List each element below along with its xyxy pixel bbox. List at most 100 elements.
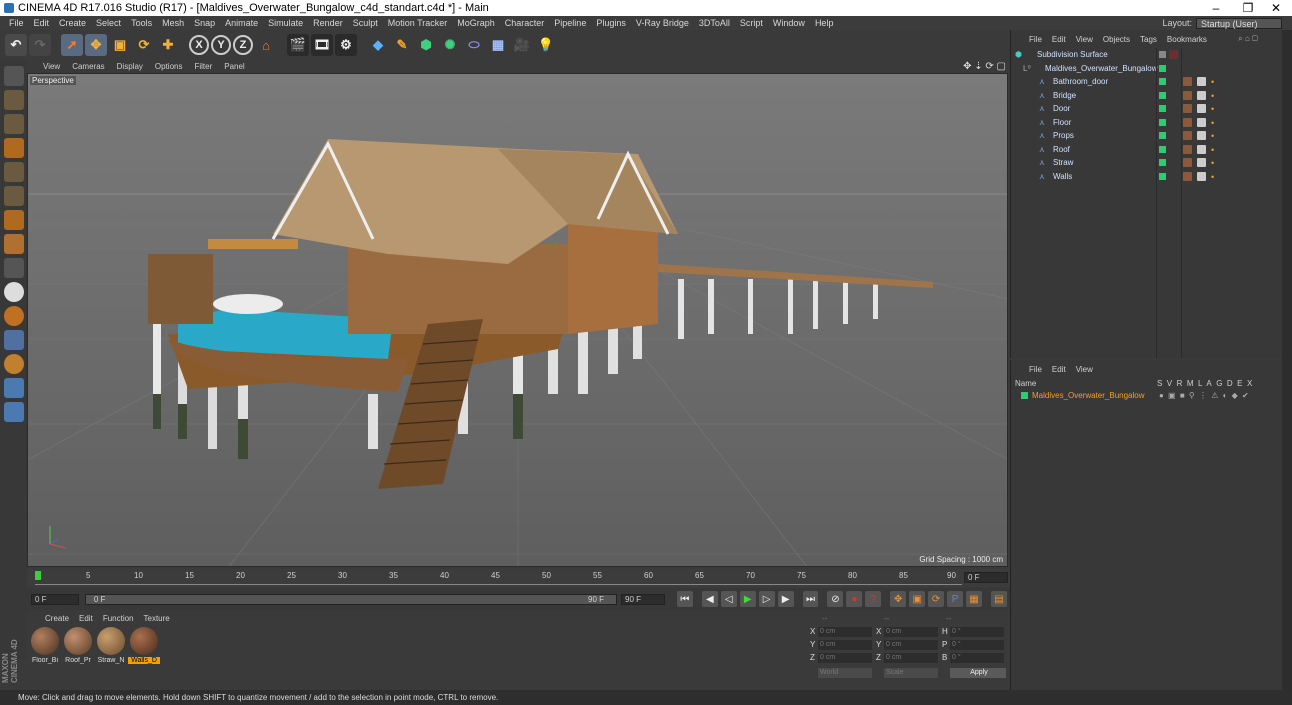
material-tag-icon[interactable] bbox=[1183, 171, 1192, 181]
texture-tag-icon[interactable] bbox=[1197, 104, 1206, 114]
om-menu-objects[interactable]: Objects bbox=[1103, 35, 1130, 44]
y-axis-icon[interactable]: Y bbox=[211, 35, 231, 55]
make-editable-icon[interactable] bbox=[3, 66, 24, 86]
object-row[interactable]: ⋏ Straw • bbox=[1011, 156, 1282, 170]
menu-help[interactable]: Help bbox=[810, 18, 839, 28]
previous-key-icon[interactable]: ◀ bbox=[701, 591, 718, 607]
object-row[interactable]: ⋏ Door • bbox=[1011, 102, 1282, 116]
om-search-icon[interactable]: ⌕ ⌂ ▢ bbox=[1238, 34, 1258, 44]
menu-3dtoall[interactable]: 3DToAll bbox=[694, 18, 735, 28]
light-icon[interactable]: 💡 bbox=[535, 34, 557, 56]
layout-dropdown[interactable]: Startup (User) bbox=[1196, 17, 1282, 29]
object-row[interactable]: ⋏ Floor • bbox=[1011, 116, 1282, 130]
deformer-icon[interactable]: ⬭ bbox=[463, 34, 485, 56]
phong-tag-icon[interactable]: • bbox=[1211, 158, 1220, 168]
snapping-icon[interactable] bbox=[3, 282, 24, 302]
layer-flags-icon[interactable]: ● ▣ ■ ⚲ ⋮ ⚠ ◐ ◆ ✔ bbox=[1159, 391, 1250, 400]
viewport-navigation-icon[interactable]: ✥ ⇣ ⟳ ▢ bbox=[963, 61, 1006, 72]
rotate-tool-icon[interactable]: ⟳ bbox=[133, 34, 155, 56]
pen-icon[interactable]: ✎ bbox=[391, 34, 413, 56]
menu-plugins[interactable]: Plugins bbox=[591, 18, 631, 28]
end-frame-field[interactable]: 90 F bbox=[621, 593, 665, 605]
phong-tag-icon[interactable]: • bbox=[1211, 77, 1220, 87]
select-tool-icon[interactable]: ➚ bbox=[61, 34, 83, 56]
autokey-icon[interactable]: ? bbox=[865, 591, 882, 607]
object-row[interactable]: ⬢ Subdivision Surface bbox=[1011, 48, 1282, 62]
timeline-ruler[interactable]: 5 10 15 20 25 30 35 40 45 50 55 60 65 70… bbox=[27, 569, 1010, 587]
key-pla-icon[interactable]: ▦ bbox=[966, 591, 982, 607]
material-item[interactable]: Walls_D bbox=[128, 627, 160, 664]
am-menu-view[interactable]: View bbox=[1076, 365, 1093, 374]
x-axis-icon[interactable]: X bbox=[189, 35, 209, 55]
menu-tools[interactable]: Tools bbox=[126, 18, 157, 28]
next-frame-icon[interactable]: ▷ bbox=[758, 591, 775, 607]
size-y-field[interactable]: 0 cm bbox=[884, 639, 938, 650]
viewport-menu-panel[interactable]: Panel bbox=[224, 62, 244, 71]
rotation-p-field[interactable]: 0 ° bbox=[950, 639, 1004, 650]
previous-frame-icon[interactable]: ◁ bbox=[720, 591, 737, 607]
material-tag-icon[interactable] bbox=[1183, 77, 1192, 87]
workplane-grid-icon[interactable] bbox=[3, 330, 24, 350]
polygons-mode-icon[interactable] bbox=[3, 210, 24, 230]
close-icon[interactable]: ✕ bbox=[1260, 0, 1292, 16]
cube-icon[interactable]: ◆ bbox=[367, 34, 389, 56]
menu-character[interactable]: Character bbox=[500, 18, 550, 28]
viewport-menu-filter[interactable]: Filter bbox=[194, 62, 212, 71]
material-tag-icon[interactable] bbox=[1183, 131, 1192, 141]
viewport-menu-display[interactable]: Display bbox=[117, 62, 143, 71]
key-position-icon[interactable]: ✥ bbox=[890, 591, 907, 607]
texture-tag-icon[interactable] bbox=[1197, 171, 1206, 181]
viewport-menu-options[interactable]: Options bbox=[155, 62, 183, 71]
viewport-menu-cameras[interactable]: Cameras bbox=[72, 62, 104, 71]
timeline-layout-icon[interactable]: ▤ bbox=[990, 591, 1007, 607]
go-to-start-icon[interactable]: ⏮ bbox=[676, 591, 693, 607]
material-item[interactable]: Floor_Bi bbox=[29, 627, 61, 664]
scale-dropdown[interactable]: Scale bbox=[884, 667, 938, 678]
3d-viewport[interactable]: Perspective Grid Spacing : 1000 cm bbox=[27, 73, 1008, 567]
menu-pipeline[interactable]: Pipeline bbox=[549, 18, 591, 28]
menu-sculpt[interactable]: Sculpt bbox=[348, 18, 383, 28]
material-tag-icon[interactable] bbox=[1183, 158, 1192, 168]
tweak-mode-icon[interactable] bbox=[3, 258, 24, 278]
workplane-icon[interactable] bbox=[3, 138, 24, 158]
layer-row[interactable]: Maldives_Overwater_Bungalow ● ▣ ■ ⚲ ⋮ ⚠ … bbox=[1011, 389, 1282, 403]
am-menu-file[interactable]: File bbox=[1029, 365, 1042, 374]
array-icon[interactable]: ✺ bbox=[439, 34, 461, 56]
python-icon[interactable] bbox=[3, 378, 24, 398]
menu-window[interactable]: Window bbox=[768, 18, 810, 28]
visibility-dot[interactable] bbox=[1159, 118, 1166, 126]
material-menu-texture[interactable]: Texture bbox=[144, 614, 170, 623]
menu-script[interactable]: Script bbox=[735, 18, 768, 28]
material-menu-create[interactable]: Create bbox=[45, 614, 69, 623]
visibility-dot[interactable] bbox=[1159, 64, 1166, 72]
visibility-dot[interactable] bbox=[1159, 132, 1166, 140]
object-row[interactable]: ⋏ Roof • bbox=[1011, 143, 1282, 157]
subdivision-icon[interactable]: ⬢ bbox=[415, 34, 437, 56]
live-selection-icon[interactable]: ✚ bbox=[157, 34, 179, 56]
rotation-b-field[interactable]: 0 ° bbox=[950, 652, 1004, 663]
minimize-icon[interactable]: – bbox=[1200, 0, 1232, 16]
visibility-dot[interactable] bbox=[1159, 91, 1166, 99]
menu-mograph[interactable]: MoGraph bbox=[452, 18, 500, 28]
timeline-end-field[interactable]: 0 F bbox=[964, 572, 1008, 583]
object-row[interactable]: ⋏ Bathroom_door • bbox=[1011, 75, 1282, 89]
object-row[interactable]: L⁰ Maldives_Overwater_Bungalow bbox=[1011, 62, 1282, 76]
menu-simulate[interactable]: Simulate bbox=[263, 18, 308, 28]
menu-render[interactable]: Render bbox=[308, 18, 348, 28]
object-row[interactable]: ⋏ Props • bbox=[1011, 129, 1282, 143]
texture-tag-icon[interactable] bbox=[1197, 90, 1206, 100]
edges-mode-icon[interactable] bbox=[3, 186, 24, 206]
material-tag-icon[interactable] bbox=[1183, 144, 1192, 154]
play-icon[interactable]: ▶ bbox=[739, 591, 756, 607]
material-tag-icon[interactable] bbox=[1183, 104, 1192, 114]
floor-icon[interactable]: ▦ bbox=[487, 34, 509, 56]
material-tag-icon[interactable] bbox=[1183, 90, 1192, 100]
menu-vray-bridge[interactable]: V-Ray Bridge bbox=[631, 18, 694, 28]
om-menu-tags[interactable]: Tags bbox=[1140, 35, 1157, 44]
material-item[interactable]: Roof_Pr bbox=[62, 627, 94, 664]
undo-icon[interactable]: ↶ bbox=[5, 34, 27, 56]
render-view-icon[interactable]: 🎬 bbox=[287, 34, 309, 56]
menu-snap[interactable]: Snap bbox=[189, 18, 220, 28]
am-menu-edit[interactable]: Edit bbox=[1052, 365, 1066, 374]
key-scale-icon[interactable]: ▣ bbox=[909, 591, 926, 607]
